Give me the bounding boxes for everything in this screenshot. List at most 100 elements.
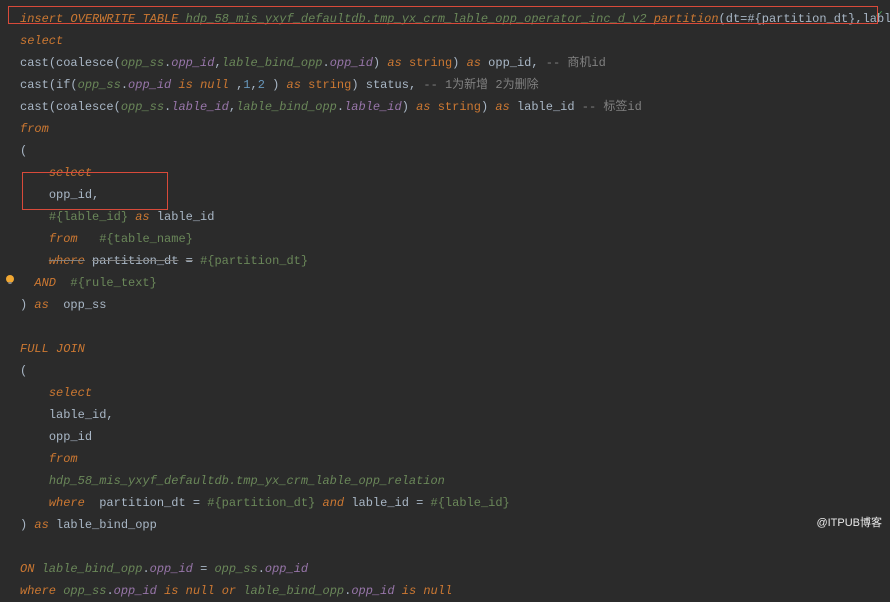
- table-name: hdp_58_mis_yxyf_defaultdb.tmp_yx_crm_lab…: [49, 474, 445, 488]
- keyword-or: or: [222, 584, 236, 598]
- code-line[interactable]: ) as lable_bind_opp: [0, 514, 890, 536]
- eq: =: [200, 562, 207, 576]
- keyword-as: as: [34, 298, 48, 312]
- code-line[interactable]: lable_id,: [0, 404, 890, 426]
- keyword-isnull: is null: [178, 78, 228, 92]
- code-line[interactable]: (: [0, 360, 890, 382]
- alias-ref: lable_bind_opp: [243, 584, 344, 598]
- column-ref: opp_id: [150, 562, 193, 576]
- eq: =: [193, 496, 200, 510]
- code-line[interactable]: #{lable_id} as lable_id: [0, 206, 890, 228]
- fn-if: if: [56, 78, 70, 92]
- code-line[interactable]: opp_id,: [0, 184, 890, 206]
- code-line[interactable]: opp_id: [0, 426, 890, 448]
- code-line[interactable]: [0, 536, 890, 558]
- param-expr: #{rule_text}: [70, 276, 156, 290]
- alias-name: lable_bind_opp: [56, 518, 157, 532]
- code-line[interactable]: select: [0, 162, 890, 184]
- code-line[interactable]: where partition_dt = #{partition_dt}: [0, 250, 890, 272]
- partition-args: (dt=#{partition_dt},lable_id ): [719, 12, 890, 26]
- keyword-partition: partition: [654, 12, 719, 26]
- fn-cast: cast: [20, 100, 49, 114]
- param-table: #{table_name}: [99, 232, 193, 246]
- code-line[interactable]: where partition_dt = #{partition_dt} and…: [0, 492, 890, 514]
- fn-cast: cast: [20, 78, 49, 92]
- code-line[interactable]: select: [0, 30, 890, 52]
- column-ref: opp_id: [114, 584, 157, 598]
- code-line[interactable]: ON lable_bind_opp.opp_id = opp_ss.opp_id: [0, 558, 890, 580]
- paren: (: [20, 144, 27, 158]
- keyword-as: as: [135, 210, 149, 224]
- code-line[interactable]: hdp_58_mis_yxyf_defaultdb.tmp_yx_crm_lab…: [0, 470, 890, 492]
- alias-ref: lable_bind_opp: [42, 562, 143, 576]
- code-line[interactable]: cast(coalesce(opp_ss.opp_id,lable_bind_o…: [0, 52, 890, 74]
- comment: -- 1为新增 2为删除: [423, 78, 538, 92]
- param-expr: #{lable_id}: [431, 496, 510, 510]
- column-ref: partition_dt: [92, 254, 178, 268]
- paren: ): [20, 518, 27, 532]
- lightbulb-icon[interactable]: [4, 274, 16, 286]
- code-line[interactable]: from: [0, 118, 890, 140]
- column-ref: opp_id: [128, 78, 171, 92]
- paren: (: [20, 364, 27, 378]
- comment: -- 商机id: [546, 56, 606, 70]
- fn-coalesce: coalesce: [56, 100, 114, 114]
- code-line[interactable]: FULL JOIN: [0, 338, 890, 360]
- column-ref: opp_id: [171, 56, 214, 70]
- keyword-select: select: [49, 386, 92, 400]
- keyword-where: where: [49, 496, 85, 510]
- alias-ref: opp_ss: [121, 56, 164, 70]
- keyword-as: as: [287, 78, 301, 92]
- param-expr: #{partition_dt}: [200, 254, 308, 268]
- code-line[interactable]: [0, 316, 890, 338]
- keyword-join: JOIN: [56, 342, 85, 356]
- column-ref: lable_id: [344, 100, 402, 114]
- type-string: string: [308, 78, 351, 92]
- code-line[interactable]: from #{table_name}: [0, 228, 890, 250]
- keyword-as: as: [467, 56, 481, 70]
- code-line[interactable]: ) as opp_ss: [0, 294, 890, 316]
- column-ref: opp_id,: [49, 188, 99, 202]
- alias-ref: opp_ss: [78, 78, 121, 92]
- alias-name: opp_id: [488, 56, 531, 70]
- column-ref: lable_id: [351, 496, 409, 510]
- code-line[interactable]: cast(coalesce(opp_ss.lable_id,lable_bind…: [0, 96, 890, 118]
- keyword-overwrite: OVERWRITE: [70, 12, 135, 26]
- keyword-isnull: is null: [402, 584, 452, 598]
- code-line[interactable]: from: [0, 448, 890, 470]
- alias-name: status: [366, 78, 409, 92]
- eq: =: [416, 496, 423, 510]
- keyword-as: as: [495, 100, 509, 114]
- keyword-on: ON: [20, 562, 34, 576]
- keyword-and: and: [323, 496, 345, 510]
- fn-coalesce: coalesce: [56, 56, 114, 70]
- param-expr: #{partition_dt}: [207, 496, 315, 510]
- keyword-and: AND: [34, 276, 56, 290]
- comment: -- 标签id: [582, 100, 642, 114]
- keyword-as: as: [416, 100, 430, 114]
- column-ref: lable_id: [171, 100, 229, 114]
- alias-ref: opp_ss: [214, 562, 257, 576]
- alias-ref: lable_bind_opp: [222, 56, 323, 70]
- keyword-insert: insert: [20, 12, 63, 26]
- type-string: string: [409, 56, 452, 70]
- column-ref: opp_id: [49, 430, 92, 444]
- code-line[interactable]: insert OVERWRITE TABLE hdp_58_mis_yxyf_d…: [0, 8, 890, 30]
- keyword-from: from: [49, 452, 78, 466]
- alias-ref: opp_ss: [63, 584, 106, 598]
- code-line[interactable]: cast(if(opp_ss.opp_id is null ,1,2 ) as …: [0, 74, 890, 96]
- code-line[interactable]: (: [0, 140, 890, 162]
- alias-name: lable_id: [157, 210, 215, 224]
- keyword-where: where: [49, 254, 85, 268]
- keyword-from: from: [49, 232, 78, 246]
- keyword-where: where: [20, 584, 56, 598]
- type-string: string: [438, 100, 481, 114]
- code-line[interactable]: AND #{rule_text}: [0, 272, 890, 294]
- keyword-as: as: [387, 56, 401, 70]
- code-line[interactable]: where opp_ss.opp_id is null or lable_bin…: [0, 580, 890, 602]
- table-name: hdp_58_mis_yxyf_defaultdb.tmp_yx_crm_lab…: [186, 12, 647, 26]
- watermark-text: @ITPUB博客: [816, 514, 882, 530]
- code-line[interactable]: select: [0, 382, 890, 404]
- column-ref: lable_id,: [49, 408, 114, 422]
- column-ref: opp_id: [265, 562, 308, 576]
